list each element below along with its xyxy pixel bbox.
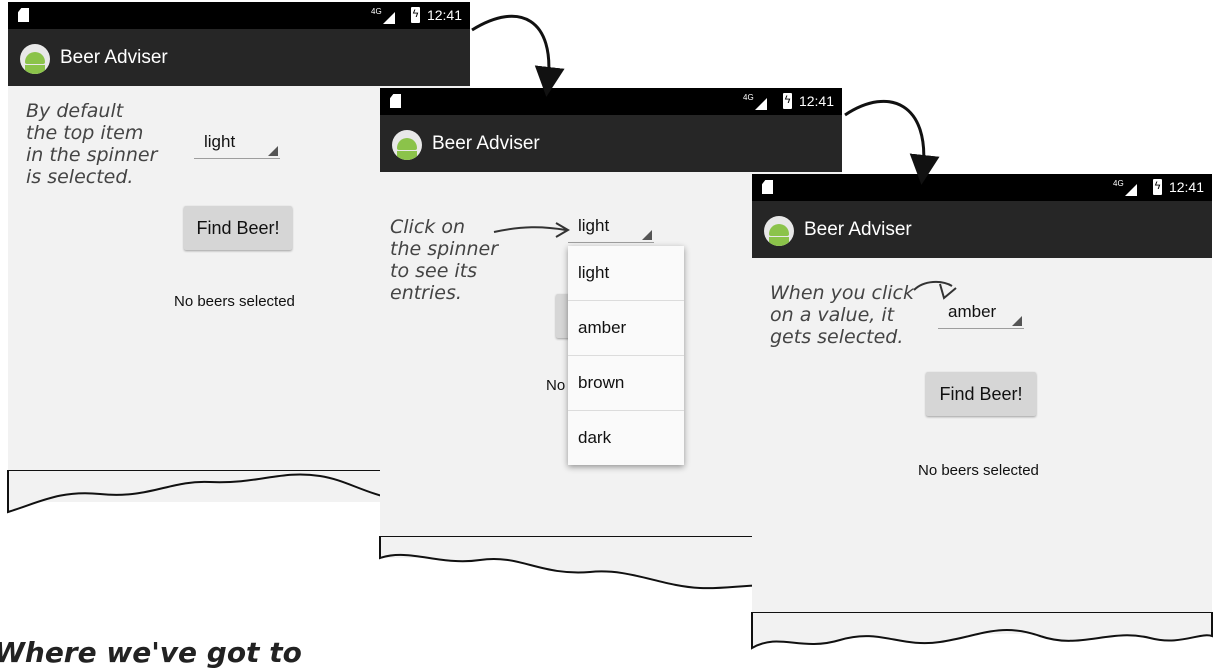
annotation-note: When you click on a value, it gets selec… xyxy=(770,282,915,348)
status-bar: 4G 12:41 xyxy=(380,88,842,115)
beer-color-spinner[interactable]: light xyxy=(194,132,280,159)
sd-card-icon xyxy=(390,94,401,108)
annotation-note: Click on the spinner to see its entries. xyxy=(390,216,499,304)
app-title: Beer Adviser xyxy=(60,47,168,68)
app-bar: Beer Adviser xyxy=(8,29,470,86)
result-text: No beers selected xyxy=(174,293,295,310)
signal-icon: 4G xyxy=(743,94,767,110)
android-app-icon xyxy=(392,130,422,160)
arrow-to-screen-2 xyxy=(471,14,565,97)
annotation-note: By default the top item in the spinner i… xyxy=(26,100,158,188)
spinner-dropdown: light amber brown dark xyxy=(568,246,684,465)
dropdown-option[interactable]: light xyxy=(568,246,684,301)
app-title: Beer Adviser xyxy=(432,133,540,154)
clock: 12:41 xyxy=(426,7,462,23)
status-bar: 4G 12:41 xyxy=(8,2,470,29)
app-bar: Beer Adviser xyxy=(752,201,1212,258)
sd-card-icon xyxy=(18,8,29,22)
dropdown-option[interactable]: dark xyxy=(568,411,684,465)
result-text-left: No xyxy=(546,377,566,394)
app-title: Beer Adviser xyxy=(804,219,912,240)
section-heading: Where we've got to xyxy=(0,636,302,669)
spinner-arrow-icon xyxy=(1012,316,1022,326)
clock: 12:41 xyxy=(1168,179,1204,195)
spinner-arrow-icon xyxy=(642,230,652,240)
find-beer-button[interactable]: Find Beer! xyxy=(926,372,1036,416)
signal-icon: 4G xyxy=(371,8,395,24)
result-text: No beers selected xyxy=(918,462,1039,479)
pointer-arrow-icon xyxy=(493,222,570,238)
beer-color-spinner[interactable]: light xyxy=(568,216,654,243)
find-beer-button[interactable]: Find Beer! xyxy=(184,206,292,250)
android-app-icon xyxy=(20,44,50,74)
spinner-selected-value: amber xyxy=(948,302,997,321)
beer-color-spinner[interactable]: amber xyxy=(938,302,1024,329)
spinner-selected-value: light xyxy=(204,132,236,151)
dropdown-option[interactable]: amber xyxy=(568,301,684,356)
battery-icon xyxy=(411,7,420,23)
battery-icon xyxy=(783,93,792,109)
status-bar: 4G 12:41 xyxy=(752,174,1212,201)
battery-icon xyxy=(1153,179,1162,195)
sd-card-icon xyxy=(762,180,773,194)
arrow-to-screen-3 xyxy=(844,99,940,185)
torn-edge-3 xyxy=(751,612,1213,650)
clock: 12:41 xyxy=(798,93,834,109)
android-app-icon xyxy=(764,216,794,246)
phone-screen-3: 4G 12:41 Beer Adviser When you click on … xyxy=(752,174,1212,634)
dropdown-option[interactable]: brown xyxy=(568,356,684,411)
signal-icon: 4G xyxy=(1113,180,1137,196)
app-bar: Beer Adviser xyxy=(380,115,842,172)
spinner-arrow-icon xyxy=(268,146,278,156)
spinner-selected-value: light xyxy=(578,216,610,235)
